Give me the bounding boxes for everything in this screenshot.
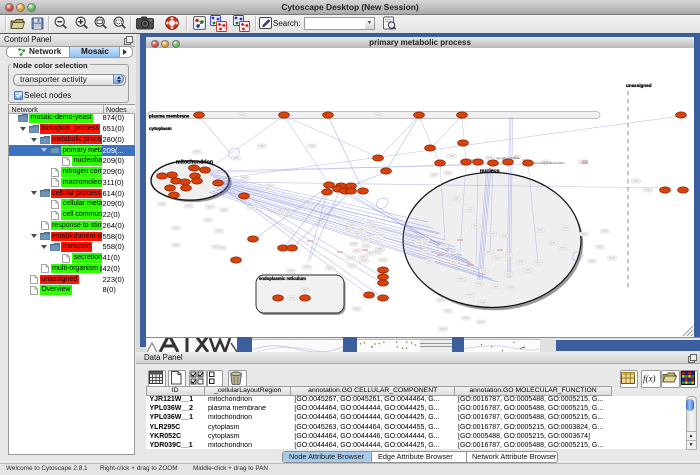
svg-text:hrsdxsGwrsBrsdxnBsd: hrsdxsGwrsBrsdxnBsd bbox=[534, 161, 565, 165]
svg-text:nucleus: nucleus bbox=[480, 169, 500, 175]
svg-text:plasma membrane: plasma membrane bbox=[149, 114, 190, 119]
svg-text:mitochondrion: mitochondrion bbox=[176, 160, 213, 166]
svg-text:unassigned: unassigned bbox=[626, 83, 652, 88]
svg-text:endoplasmic reticulum: endoplasmic reticulum bbox=[259, 276, 306, 281]
svg-text:rgls gBsvcnOlfelw: rgls gBsvcnOlfelw bbox=[496, 156, 521, 160]
svg-text:hrs6: hrs6 bbox=[582, 161, 588, 165]
svg-text:cytoplasm: cytoplasm bbox=[149, 126, 172, 131]
svg-text:f(x): f(x) bbox=[643, 373, 656, 383]
